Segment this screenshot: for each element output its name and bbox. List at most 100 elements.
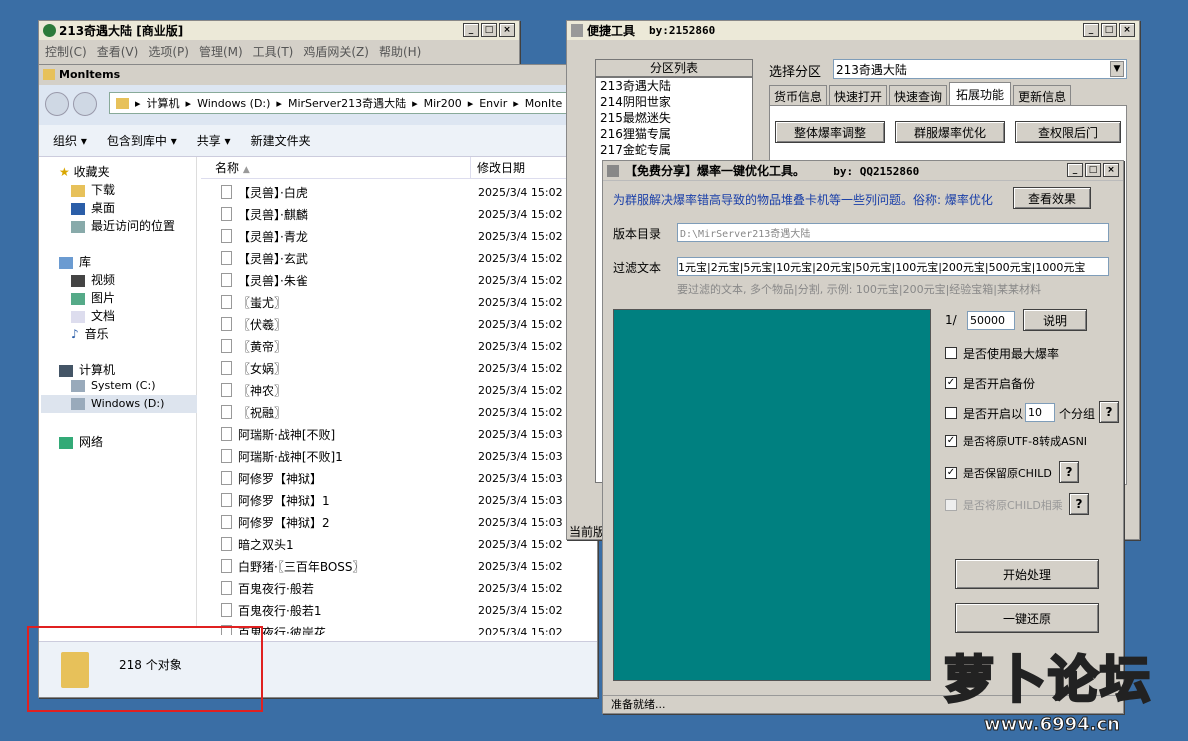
- breadcrumb-drive[interactable]: Windows (D:): [197, 97, 270, 110]
- file-row[interactable]: 〖伏羲〗 2025/3/4 15:02: [201, 313, 597, 335]
- multiply-child-help-button[interactable]: ?: [1069, 493, 1089, 515]
- zone-select[interactable]: 213奇遇大陆 ▼: [833, 59, 1127, 79]
- file-row[interactable]: 【灵兽】·青龙 2025/3/4 15:02: [201, 225, 597, 247]
- nav-music[interactable]: ♪ 音乐: [71, 325, 109, 342]
- file-row[interactable]: 〖女娲〗 2025/3/4 15:02: [201, 357, 597, 379]
- minimize-button[interactable]: _: [463, 23, 479, 37]
- view-effect-button[interactable]: 查看效果: [1013, 187, 1091, 209]
- restore-button[interactable]: 一键还原: [955, 603, 1099, 633]
- overall-rate-button[interactable]: 整体爆率调整: [775, 121, 885, 143]
- address-bar[interactable]: ▸ 计算机 ▸ Windows (D:) ▸ MirServer213奇遇大陆 …: [109, 92, 597, 114]
- group-help-button[interactable]: ?: [1099, 401, 1119, 423]
- nav-libraries[interactable]: 库: [59, 253, 91, 270]
- header-date[interactable]: 修改日期: [471, 157, 525, 178]
- file-row[interactable]: 阿修罗【神狱】2 2025/3/4 15:03: [201, 511, 597, 533]
- breadcrumb-computer[interactable]: 计算机: [147, 95, 180, 111]
- file-row[interactable]: 【灵兽】·朱雀 2025/3/4 15:02: [201, 269, 597, 291]
- server-window-titlebar[interactable]: 213奇遇大陆 [商业版] _ □ ×: [39, 21, 519, 41]
- file-row[interactable]: 阿瑞斯·战神[不败] 2025/3/4 15:03: [201, 423, 597, 445]
- nav-recent[interactable]: 最近访问的位置: [71, 217, 175, 234]
- file-row[interactable]: 【灵兽】·白虎 2025/3/4 15:02: [201, 181, 597, 203]
- forward-button[interactable]: [73, 92, 97, 116]
- chevron-down-icon: ▼: [1110, 61, 1124, 77]
- maximize-button[interactable]: □: [1101, 23, 1117, 37]
- group-rate-button[interactable]: 群服爆率优化: [895, 121, 1005, 143]
- keep-child-help-button[interactable]: ?: [1059, 461, 1079, 483]
- nav-documents[interactable]: 文档: [71, 307, 115, 324]
- file-name: 【灵兽】·青龙: [238, 229, 308, 244]
- menu-tools[interactable]: 工具(T): [253, 43, 294, 60]
- menu-view[interactable]: 查看(V): [97, 43, 139, 60]
- menu-manage[interactable]: 管理(M): [199, 43, 243, 60]
- zone-item[interactable]: 215最燃迷失: [600, 110, 752, 126]
- file-row[interactable]: 阿修罗【神狱】1 2025/3/4 15:03: [201, 489, 597, 511]
- file-icon: [221, 383, 232, 397]
- include-library-button[interactable]: 包含到库中 ▾: [107, 132, 177, 149]
- breadcrumb-mir200[interactable]: Mir200: [424, 97, 462, 110]
- optimizer-titlebar[interactable]: 【免费分享】爆率一键优化工具。 by: QQ2152860 _ □ ×: [603, 161, 1123, 181]
- group-input[interactable]: 10: [1025, 403, 1055, 422]
- breadcrumb-server[interactable]: MirServer213奇遇大陆: [288, 95, 406, 111]
- new-folder-button[interactable]: 新建文件夹: [251, 132, 311, 149]
- file-row[interactable]: 【灵兽】·麒麟 2025/3/4 15:02: [201, 203, 597, 225]
- file-row[interactable]: 〖蚩尤〗 2025/3/4 15:02: [201, 291, 597, 313]
- file-row[interactable]: 百鬼夜行·般若 2025/3/4 15:02: [201, 577, 597, 599]
- nav-downloads[interactable]: 下载: [71, 181, 115, 198]
- nav-videos[interactable]: 视频: [71, 271, 115, 288]
- nav-desktop[interactable]: 桌面: [71, 199, 115, 216]
- explorer-titlebar[interactable]: MonItems: [39, 65, 597, 85]
- zone-item[interactable]: 213奇遇大陆: [600, 78, 752, 94]
- close-button[interactable]: ×: [1119, 23, 1135, 37]
- log-area[interactable]: [613, 309, 931, 681]
- zone-item[interactable]: 217金蛇专属: [600, 142, 752, 158]
- nav-windows-drive[interactable]: Windows (D:): [41, 395, 197, 413]
- file-row[interactable]: 阿修罗【神狱】 2025/3/4 15:03: [201, 467, 597, 489]
- nav-system-drive[interactable]: System (C:): [71, 379, 156, 392]
- file-row[interactable]: 〖黄帝〗 2025/3/4 15:02: [201, 335, 597, 357]
- multiply-child-checkbox[interactable]: [945, 499, 957, 511]
- header-name[interactable]: 名称 ▲: [201, 157, 471, 178]
- menu-control[interactable]: 控制(C): [45, 43, 87, 60]
- organize-button[interactable]: 组织 ▾: [53, 132, 87, 149]
- file-date: 2025/3/4 15:03: [478, 427, 563, 441]
- nav-pictures[interactable]: 图片: [71, 289, 115, 306]
- zone-item[interactable]: 214阴阳世家: [600, 94, 752, 110]
- close-button[interactable]: ×: [499, 23, 515, 37]
- nav-network[interactable]: 网络: [59, 433, 103, 450]
- breadcrumb-monitems[interactable]: MonIte: [525, 97, 563, 110]
- close-button[interactable]: ×: [1103, 163, 1119, 177]
- filter-input[interactable]: 1元宝|2元宝|5元宝|10元宝|20元宝|50元宝|100元宝|200元宝|5…: [677, 257, 1109, 276]
- nav-favorites[interactable]: ★ 收藏夹: [59, 163, 110, 180]
- file-row[interactable]: 百鬼夜行·般若1 2025/3/4 15:02: [201, 599, 597, 621]
- backdoor-check-button[interactable]: 查权限后门: [1015, 121, 1121, 143]
- menu-gateway[interactable]: 鸡盾网关(Z): [303, 43, 369, 60]
- explain-button[interactable]: 说明: [1023, 309, 1087, 331]
- max-rate-checkbox[interactable]: [945, 347, 957, 359]
- zone-item[interactable]: 216狸猫专属: [600, 126, 752, 142]
- file-row[interactable]: 〖神农〗 2025/3/4 15:02: [201, 379, 597, 401]
- dir-input[interactable]: D:\MirServer213奇遇大陆: [677, 223, 1109, 242]
- share-button[interactable]: 共享 ▾: [197, 132, 231, 149]
- ratio-input[interactable]: 50000: [967, 311, 1015, 330]
- file-row[interactable]: 【灵兽】·玄武 2025/3/4 15:02: [201, 247, 597, 269]
- keep-child-checkbox[interactable]: ✓: [945, 467, 957, 479]
- start-button[interactable]: 开始处理: [955, 559, 1099, 589]
- minimize-button[interactable]: _: [1083, 23, 1099, 37]
- file-row[interactable]: 暗之双头1 2025/3/4 15:02: [201, 533, 597, 555]
- menu-help[interactable]: 帮助(H): [379, 43, 421, 60]
- maximize-button[interactable]: □: [481, 23, 497, 37]
- file-row[interactable]: 白野猪·〖三百年BOSS〗 2025/3/4 15:02: [201, 555, 597, 577]
- group-checkbox[interactable]: [945, 407, 957, 419]
- minimize-button[interactable]: _: [1067, 163, 1083, 177]
- breadcrumb-envir[interactable]: Envir: [479, 97, 507, 110]
- tools-titlebar[interactable]: 便捷工具 by:2152860 _ □ ×: [567, 21, 1139, 41]
- nav-computer[interactable]: 计算机: [59, 361, 115, 378]
- video-icon: [71, 274, 85, 287]
- utf8-checkbox[interactable]: ✓: [945, 435, 957, 447]
- menu-options[interactable]: 选项(P): [148, 43, 189, 60]
- file-row[interactable]: 〖祝融〗 2025/3/4 15:02: [201, 401, 597, 423]
- back-button[interactable]: [45, 92, 69, 116]
- maximize-button[interactable]: □: [1085, 163, 1101, 177]
- backup-checkbox[interactable]: ✓: [945, 377, 957, 389]
- file-row[interactable]: 阿瑞斯·战神[不败]1 2025/3/4 15:03: [201, 445, 597, 467]
